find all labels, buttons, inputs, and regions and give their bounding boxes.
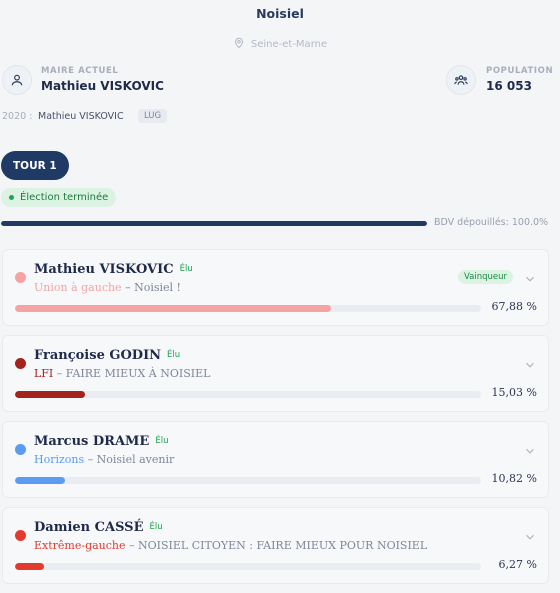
party-separator: – <box>125 539 139 552</box>
city-title: Noisiel <box>256 6 304 21</box>
vote-share-percent: 67,88 % <box>491 300 537 313</box>
department-name: Seine-et-Marne <box>250 39 328 50</box>
party-separator: – <box>121 281 135 294</box>
party-color-dot <box>15 444 26 455</box>
candidate-party-line: Union à gauche – Noisiel ! <box>34 281 181 294</box>
candidate-name: Damien CASSÉ Élu <box>34 520 163 535</box>
candidate-party-line: Extrême-gauche – NOISIEL CITOYEN : FAIRE… <box>34 539 427 552</box>
vote-share-fill <box>15 305 332 312</box>
winner-badge: Vainqueur <box>457 270 513 284</box>
bdv-progress-label: BDV dépouillés: 100.0% <box>434 217 549 228</box>
chevron-down-icon[interactable] <box>523 529 537 543</box>
chevron-down-icon[interactable] <box>523 357 537 371</box>
vote-share-bar <box>15 391 481 398</box>
previous-year: 2020 : <box>2 111 33 122</box>
party-color-dot <box>15 530 26 541</box>
vote-share-fill <box>15 477 66 484</box>
status-badge: Élection terminée <box>1 188 117 207</box>
candidate-card[interactable]: Damien CASSÉ Élu Extrême-gauche – NOISIEL… <box>2 507 549 584</box>
candidate-card[interactable]: Mathieu VISKOVIC Élu Union à gauche – Noi… <box>2 249 549 326</box>
party-name: LFI <box>34 367 54 380</box>
vote-share-bar <box>15 305 481 312</box>
bdv-progress-fill <box>1 221 427 226</box>
list-name: FAIRE MIEUX À NOISIEL <box>65 367 211 380</box>
previous-party-badge: LUG <box>138 109 168 123</box>
party-name: Union à gauche <box>34 281 122 294</box>
party-color-dot <box>15 272 26 283</box>
elected-label: Élu <box>155 436 169 446</box>
tab-tour-1[interactable]: TOUR 1 <box>1 151 69 180</box>
list-name: Noisiel ! <box>134 281 181 294</box>
status-dot-icon <box>9 195 14 200</box>
vote-share-bar <box>15 477 481 484</box>
candidate-name: Marcus DRAME Élu <box>34 434 168 449</box>
candidate-party-line: Horizons – Noisiel avenir <box>34 453 174 466</box>
elected-label: Élu <box>179 264 193 274</box>
population-label: POPULATION <box>486 66 554 76</box>
vote-share-percent: 15,03 % <box>491 386 537 399</box>
candidate-name-text: Marcus DRAME <box>34 434 150 449</box>
vote-share-bar <box>15 563 481 570</box>
elected-label: Élu <box>149 522 163 532</box>
vote-share-percent: 6,27 % <box>498 558 537 571</box>
candidate-card[interactable]: Marcus DRAME Élu Horizons – Noisiel aveni… <box>2 421 549 498</box>
candidate-party-line: LFI – FAIRE MIEUX À NOISIEL <box>34 367 210 380</box>
candidate-name-text: Damien CASSÉ <box>34 520 144 535</box>
mayor-label: MAIRE ACTUEL <box>41 66 119 76</box>
users-group-icon <box>446 65 476 95</box>
population-value: 16 053 <box>486 79 532 93</box>
candidate-card[interactable]: Françoise GODIN Élu LFI – FAIRE MIEUX À N… <box>2 335 549 412</box>
candidate-name: Françoise GODIN Élu <box>34 348 180 363</box>
mayor-name: Mathieu VISKOVIC <box>41 79 164 93</box>
vote-share-fill <box>15 563 45 570</box>
bdv-progress-bar <box>1 221 427 226</box>
chevron-down-icon[interactable] <box>523 271 537 285</box>
location-pin-icon <box>233 37 245 52</box>
candidate-name: Mathieu VISKOVIC Élu <box>34 262 193 277</box>
user-icon <box>2 65 32 95</box>
department-row: Seine-et-Marne <box>0 37 560 52</box>
elected-label: Élu <box>167 350 181 360</box>
party-name: Extrême-gauche <box>34 539 126 552</box>
list-name: Noisiel avenir <box>96 453 175 466</box>
chevron-down-icon[interactable] <box>523 443 537 457</box>
party-separator: – <box>53 367 66 380</box>
list-name: NOISIEL CITOYEN : FAIRE MIEUX POUR NOISI… <box>138 539 428 552</box>
candidate-name-text: Françoise GODIN <box>34 348 162 363</box>
party-separator: – <box>84 453 97 466</box>
candidate-name-text: Mathieu VISKOVIC <box>34 262 174 277</box>
party-name: Horizons <box>34 453 85 466</box>
previous-mayor-name: Mathieu VISKOVIC <box>38 111 124 122</box>
vote-share-fill <box>15 391 86 398</box>
vote-share-percent: 10,82 % <box>491 472 537 485</box>
status-text: Élection terminée <box>20 192 109 203</box>
party-color-dot <box>15 358 26 369</box>
